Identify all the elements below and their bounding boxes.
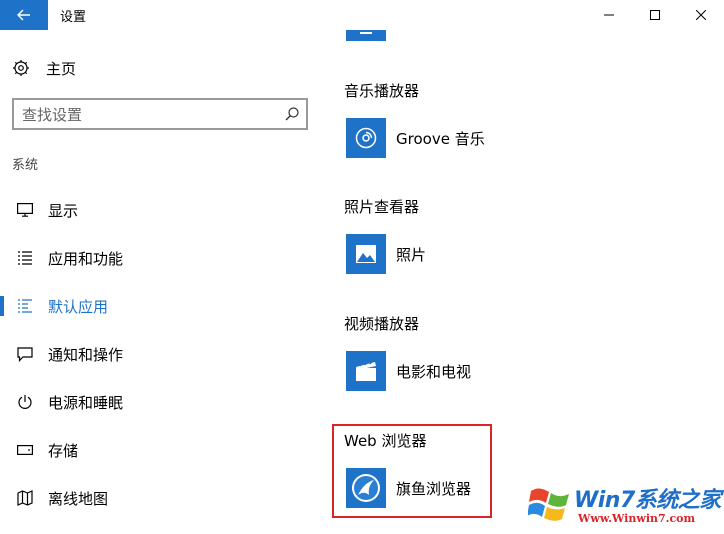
- active-indicator: [0, 296, 4, 316]
- nav-list: 显示 应用和功能 默认应用 通知和操作 电源和睡眠 存储 离线地图: [0, 186, 320, 522]
- power-icon: [16, 393, 34, 411]
- map-icon: [16, 489, 34, 507]
- sidebar-item-label: 电源和睡眠: [48, 393, 124, 412]
- app-name: 电影和电视: [396, 362, 472, 381]
- movies-tv-icon: [346, 351, 386, 391]
- watermark-brand: Win7系统之家: [574, 488, 721, 513]
- sidebar-item-label: 存储: [48, 441, 79, 460]
- default-app-video[interactable]: 电影和电视: [346, 351, 471, 391]
- title-bar: 设置: [0, 0, 724, 30]
- sidebar: 主页 系统 显示 应用和功能 默认应用: [0, 30, 320, 534]
- close-button[interactable]: [678, 0, 724, 30]
- app-name: Groove 音乐: [396, 129, 485, 148]
- sidebar-item-notifications[interactable]: 通知和操作: [0, 330, 320, 378]
- annotation-highlight-box: [332, 424, 492, 518]
- sidebar-item-apps-features[interactable]: 应用和功能: [0, 234, 320, 282]
- sidebar-item-power-sleep[interactable]: 电源和睡眠: [0, 378, 320, 426]
- search-icon[interactable]: [284, 106, 300, 122]
- windows-logo-icon: [528, 488, 569, 521]
- sidebar-item-storage[interactable]: 存储: [0, 426, 320, 474]
- sidebar-item-default-apps[interactable]: 默认应用: [0, 282, 320, 330]
- category-label-music: 音乐播放器: [344, 82, 420, 100]
- maximize-icon: [650, 10, 660, 20]
- back-arrow-icon: [17, 9, 30, 21]
- window-title: 设置: [60, 10, 87, 25]
- sidebar-item-label: 离线地图: [48, 489, 109, 508]
- groove-music-icon: [346, 118, 386, 158]
- home-link[interactable]: 主页: [12, 58, 76, 78]
- maximize-button[interactable]: [632, 0, 678, 30]
- sidebar-item-offline-maps[interactable]: 离线地图: [0, 474, 320, 522]
- watermark-url: Www.Winwin7.com: [578, 512, 696, 525]
- app-tile-partial[interactable]: [346, 30, 386, 41]
- sidebar-item-label: 默认应用: [48, 297, 109, 316]
- home-label: 主页: [46, 59, 77, 78]
- monitor-icon: [16, 201, 34, 219]
- watermark: Win7系统之家 Www.Winwin7.com: [524, 478, 721, 532]
- default-app-music[interactable]: Groove 音乐: [346, 118, 485, 158]
- sidebar-item-display[interactable]: 显示: [0, 186, 320, 234]
- section-label: 系统: [12, 158, 39, 173]
- close-icon: [696, 10, 706, 20]
- storage-icon: [16, 441, 34, 459]
- sidebar-item-label: 应用和功能: [48, 249, 124, 268]
- app-name: 照片: [396, 245, 427, 264]
- category-label-photos: 照片查看器: [344, 198, 420, 216]
- search-input[interactable]: [22, 104, 272, 126]
- apps-list-icon: [16, 249, 34, 267]
- search-box[interactable]: [12, 98, 308, 130]
- sidebar-item-label: 通知和操作: [48, 345, 124, 364]
- default-apps-icon: [16, 297, 34, 315]
- sidebar-item-label: 显示: [48, 201, 79, 220]
- photos-icon: [346, 234, 386, 274]
- back-button[interactable]: [0, 0, 48, 30]
- default-app-photos[interactable]: 照片: [346, 234, 426, 274]
- notification-icon: [16, 345, 34, 363]
- gear-icon: [13, 60, 29, 76]
- minimize-icon: [604, 14, 614, 16]
- category-label-video: 视频播放器: [344, 315, 420, 333]
- minimize-button[interactable]: [586, 0, 632, 30]
